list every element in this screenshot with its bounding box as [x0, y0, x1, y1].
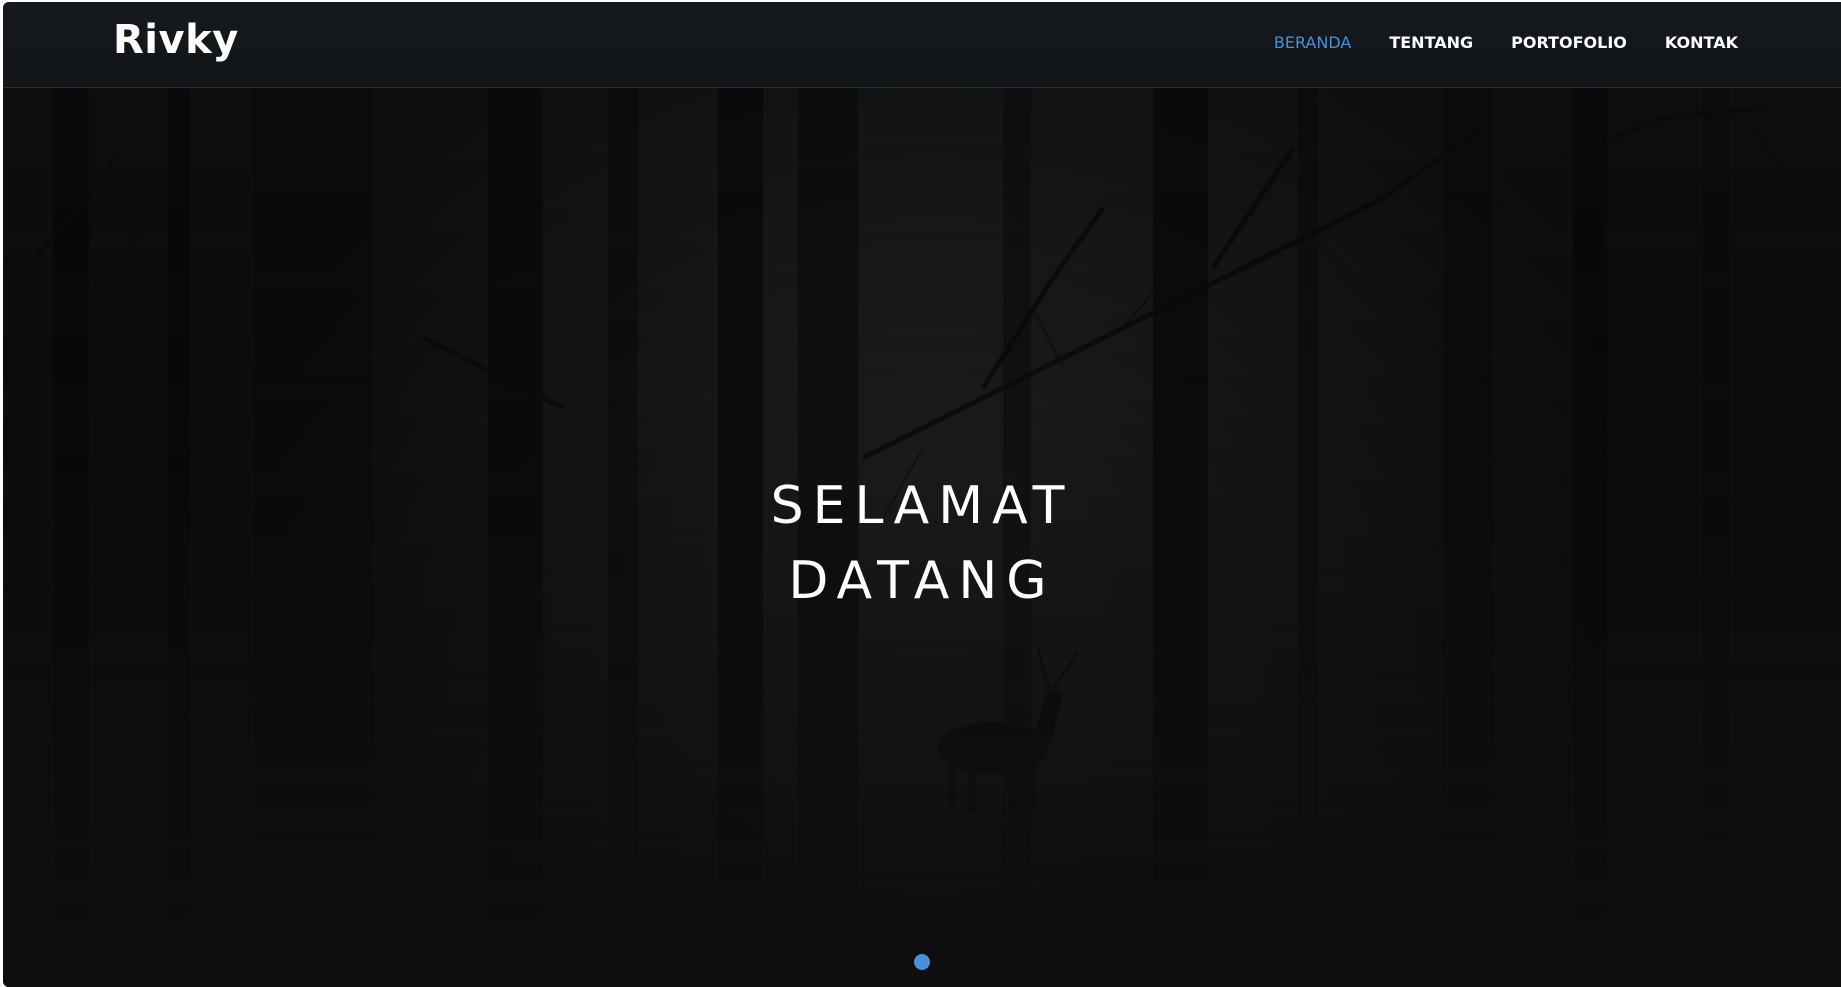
- top-navbar: Rivky BERANDA TENTANG PORTOFOLIO KONTAK: [3, 2, 1841, 88]
- forest-background: [3, 88, 1841, 987]
- nav-link-tentang[interactable]: TENTANG: [1389, 35, 1473, 51]
- hero-section: SELAMAT DATANG: [3, 88, 1841, 987]
- hero-title-line-2: DATANG: [788, 551, 1056, 611]
- browser-viewport: Rivky BERANDA TENTANG PORTOFOLIO KONTAK: [3, 2, 1841, 987]
- nav-link-beranda[interactable]: BERANDA: [1274, 35, 1351, 51]
- nav-link-kontak[interactable]: KONTAK: [1665, 35, 1738, 51]
- hero-title-line-1: SELAMAT: [770, 476, 1074, 536]
- slider-indicator-dot[interactable]: [914, 954, 930, 970]
- main-nav: BERANDA TENTANG PORTOFOLIO KONTAK: [1274, 35, 1738, 51]
- nav-link-portofolio[interactable]: PORTOFOLIO: [1511, 35, 1627, 51]
- brand-logo[interactable]: Rivky: [113, 20, 239, 60]
